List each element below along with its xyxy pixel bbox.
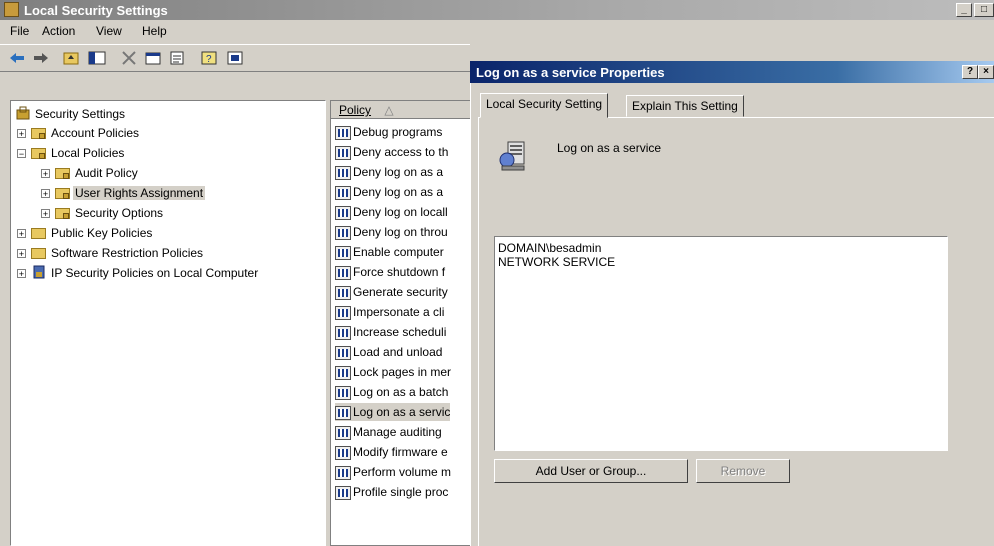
lock-icon [63,213,69,219]
minimize-button[interactable]: _ [956,3,972,17]
expand-user-rights-assignment[interactable]: + [41,189,50,199]
dialog-close-button[interactable]: × [978,65,994,79]
dialog-help-button[interactable]: ? [962,65,978,79]
lock-icon [63,173,69,179]
security-settings-icon [16,106,30,120]
expand-public-key-policies[interactable]: + [17,229,26,239]
tab-explain-this-setting[interactable]: Explain This Setting [626,95,744,117]
policy-list-item[interactable]: Lock pages in mer [335,363,451,381]
lock-icon [39,133,45,139]
tree-node-audit-policy[interactable]: Audit Policy [75,164,138,182]
policy-icon [335,225,351,240]
sort-ascending-icon: △ [384,103,394,117]
menu-help[interactable]: Help [142,24,167,38]
console-icon[interactable] [226,50,244,66]
policy-list-item[interactable]: Log on as a servic [335,403,451,421]
forward-icon[interactable] [32,50,50,66]
policy-list-item[interactable]: Manage auditing [335,423,442,441]
security-settings-app-icon [4,2,19,17]
policy-icon [335,445,351,460]
lock-icon [63,193,69,199]
folder-icon [31,228,46,239]
tree-node-account-policies[interactable]: Account Policies [51,124,139,142]
tree-node-security-options[interactable]: Security Options [75,204,163,222]
add-user-or-group-button[interactable]: Add User or Group... [494,459,688,483]
column-header-policy[interactable]: Policy △ [331,101,474,119]
policy-icon [335,385,351,400]
policy-icon [335,425,351,440]
policy-icon [335,245,351,260]
policy-list-item[interactable]: Force shutdown f [335,263,445,281]
tab-local-security-setting[interactable]: Local Security Setting [480,93,609,118]
policy-icon [335,465,351,480]
expand-audit-policy[interactable]: + [41,169,50,179]
policy-list-item[interactable]: Deny access to th [335,143,448,161]
expand-account-policies[interactable]: + [17,129,26,139]
expand-security-options[interactable]: + [41,209,50,219]
policy-icon [335,485,351,500]
svg-text:?: ? [206,54,212,65]
policy-icon [335,405,351,420]
help-icon[interactable]: ? [200,50,218,66]
policy-list-item[interactable]: Modify firmware e [335,443,448,461]
show-tree-icon[interactable] [88,50,106,66]
policy-list-item[interactable]: Load and unload [335,343,442,361]
collapse-local-policies[interactable]: − [17,149,26,159]
service-policy-icon [499,141,525,171]
policy-list-item[interactable]: Enable computer [335,243,444,261]
policy-icon [335,165,351,180]
policy-list-item[interactable]: Increase scheduli [335,323,446,341]
policy-list-item[interactable]: Log on as a batch [335,383,448,401]
policy-icon [335,365,351,380]
up-folder-icon[interactable] [62,50,80,66]
policy-list-item[interactable]: Generate security [335,283,448,301]
dialog-title: Log on as a service Properties [476,65,665,80]
policy-list-item[interactable]: Impersonate a cli [335,303,444,321]
policy-icon [335,145,351,160]
user-list-item[interactable]: NETWORK SERVICE [498,255,944,269]
policy-icon [335,205,351,220]
policy-list-item[interactable]: Perform volume m [335,463,451,481]
menu-action[interactable]: Action [42,24,75,38]
menu-file[interactable]: File [10,24,29,38]
remove-button[interactable]: Remove [696,459,790,483]
main-window-titlebar[interactable]: Local Security Settings _ □ [0,0,994,20]
delete-icon[interactable] [120,50,138,66]
tree-node-ip-security-policies[interactable]: IP Security Policies on Local Computer [51,264,258,282]
tree-node-user-rights-assignment[interactable]: User Rights Assignment [73,184,206,202]
policy-list-pane[interactable]: Policy △ Debug programs Deny access to th… [330,100,475,546]
policy-icon [335,125,351,140]
properties-icon[interactable] [144,50,162,66]
policy-icon [335,285,351,300]
policy-icon [335,305,351,320]
ip-security-icon [33,265,45,279]
tree-pane[interactable]: Security Settings + Account Policies − L… [10,100,326,546]
assigned-users-list[interactable]: DOMAIN\besadmin NETWORK SERVICE [494,236,948,451]
back-icon[interactable] [8,50,26,66]
policy-list-item[interactable]: Deny log on throu [335,223,448,241]
user-list-item[interactable]: DOMAIN\besadmin [498,241,944,255]
expand-ip-security-policies[interactable]: + [17,269,26,279]
menu-view[interactable]: View [96,24,122,38]
dialog-titlebar[interactable]: Log on as a service Properties ? × [470,61,994,83]
policy-list-item[interactable]: Deny log on as a [335,183,443,201]
expand-software-restriction-policies[interactable]: + [17,249,26,259]
policy-name-label: Log on as a service [557,141,662,155]
policy-icon [335,325,351,340]
export-list-icon[interactable] [168,50,186,66]
tree-node-local-policies[interactable]: Local Policies [51,144,124,162]
policy-list-item[interactable]: Debug programs [335,123,442,141]
maximize-button[interactable]: □ [974,3,994,17]
policy-icon [335,345,351,360]
folder-icon [31,248,46,259]
policy-list-item[interactable]: Deny log on locall [335,203,448,221]
lock-icon [39,153,45,159]
tree-node-software-restriction-policies[interactable]: Software Restriction Policies [51,244,203,262]
tree-node-public-key-policies[interactable]: Public Key Policies [51,224,152,242]
main-window-title: Local Security Settings [24,3,168,18]
policy-list-item[interactable]: Profile single proc [335,483,448,501]
policy-icon [335,185,351,200]
policy-list-item[interactable]: Deny log on as a [335,163,443,181]
policy-icon [335,265,351,280]
